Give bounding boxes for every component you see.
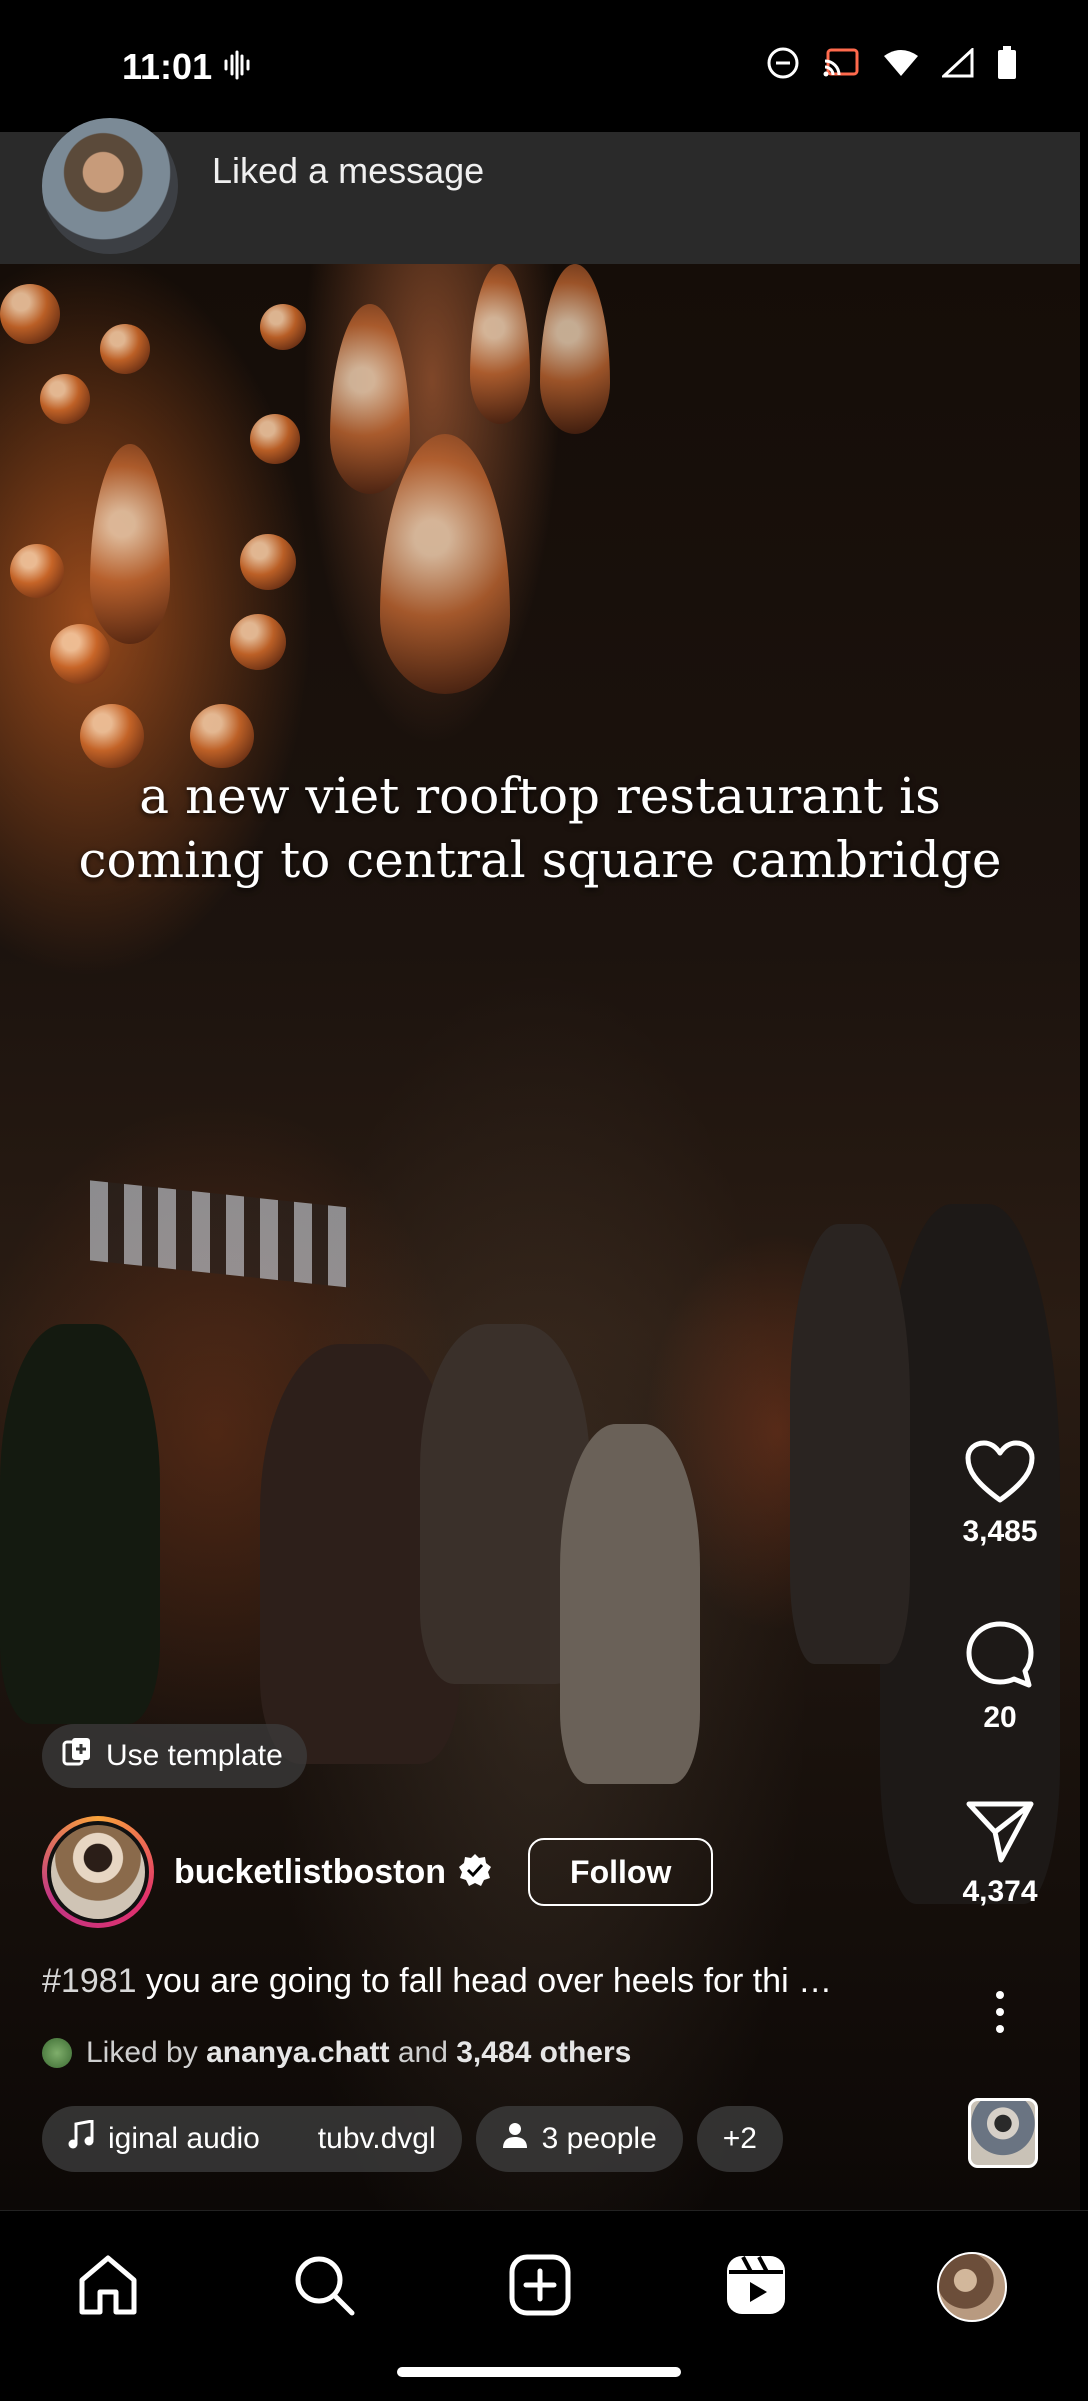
comment-action[interactable]: 20 xyxy=(950,1620,1050,1735)
status-bar: 11:01 xyxy=(0,0,1088,132)
wifi-icon xyxy=(882,48,920,78)
chandelier-crystal xyxy=(250,414,300,464)
author-avatar[interactable] xyxy=(42,1816,154,1928)
reel-overlay-text: a new viet rooftop restaurant is coming … xyxy=(0,764,1080,892)
avatar xyxy=(42,118,178,254)
home-indicator[interactable] xyxy=(397,2367,681,2377)
do-not-disturb-icon xyxy=(766,46,800,80)
more-tags-chip[interactable]: +2 xyxy=(696,2106,783,2172)
restaurant-windows xyxy=(90,1180,350,1288)
more-options-button[interactable] xyxy=(950,1990,1050,2039)
chandelier-drop xyxy=(90,444,170,644)
tagged-people-label: 3 people xyxy=(541,2122,657,2155)
chandelier-crystal xyxy=(240,534,296,590)
chandelier-crystal xyxy=(80,704,144,768)
add-post-icon[interactable] xyxy=(509,2254,571,2321)
template-icon xyxy=(62,1736,94,1776)
chandelier-crystal xyxy=(190,704,254,768)
author-username[interactable]: bucketlistboston xyxy=(174,1853,446,1892)
share-count: 4,374 xyxy=(962,1875,1038,1908)
plant-silhouette xyxy=(0,1324,160,1724)
battery-icon xyxy=(996,46,1018,80)
reel-chips: iginal audio tubv.dvgl 3 people +2 xyxy=(42,2106,783,2172)
signal-icon xyxy=(942,48,974,78)
overlay-line-2: coming to central square cambridge xyxy=(78,831,1002,889)
audio-author: tubv.dvgl xyxy=(317,2122,436,2155)
notification-text: Liked a message xyxy=(212,150,485,191)
liker-avatar xyxy=(42,2038,72,2068)
caption-text: you are going to fall head over heels fo… xyxy=(146,1962,833,2000)
caption-hashtag[interactable]: #1981 xyxy=(42,1962,137,2000)
more-vertical-icon[interactable] xyxy=(990,1991,1010,2038)
chandelier-crystal xyxy=(50,624,110,684)
home-icon[interactable] xyxy=(76,2254,140,2321)
nav-search[interactable] xyxy=(284,2247,364,2327)
liked-by-prefix: Liked by xyxy=(86,2036,198,2069)
chandelier-drop xyxy=(330,304,410,494)
more-tags-label: +2 xyxy=(722,2122,757,2155)
cast-icon xyxy=(822,47,860,79)
liked-by-and: and xyxy=(397,2036,448,2069)
vibrate-icon xyxy=(222,50,252,85)
overlay-line-1: a new viet rooftop restaurant is xyxy=(139,767,941,825)
chandelier-drop xyxy=(540,264,610,434)
audio-chip[interactable]: iginal audio tubv.dvgl xyxy=(42,2106,462,2172)
use-template-button[interactable]: Use template xyxy=(42,1724,307,1788)
chandelier-crystal xyxy=(0,284,60,344)
music-note-icon xyxy=(68,2119,94,2158)
nav-profile[interactable] xyxy=(932,2247,1012,2327)
chandelier-crystal xyxy=(260,304,306,350)
nav-create[interactable] xyxy=(500,2247,580,2327)
liked-by-user[interactable]: ananya.chatt xyxy=(206,2036,389,2069)
like-action[interactable]: 3,485 xyxy=(950,1440,1050,1549)
follow-button[interactable]: Follow xyxy=(528,1838,714,1906)
audio-title: iginal audio xyxy=(108,2122,260,2155)
comment-icon[interactable] xyxy=(965,1621,1035,1694)
comment-count: 20 xyxy=(983,1701,1017,1734)
liked-by-row[interactable]: Liked by ananya.chatt and 3,484 others xyxy=(42,2036,631,2070)
chandelier-crystal xyxy=(230,614,286,670)
heart-icon[interactable] xyxy=(965,1440,1035,1508)
diner-silhouette xyxy=(790,1224,910,1664)
liked-by-others[interactable]: 3,484 others xyxy=(456,2036,631,2069)
search-icon[interactable] xyxy=(292,2253,356,2322)
use-template-label: Use template xyxy=(106,1739,283,1772)
chandelier-crystal xyxy=(40,374,90,424)
chandelier-crystal xyxy=(10,544,64,598)
status-time: 11:01 xyxy=(122,46,213,87)
share-action[interactable]: 4,374 xyxy=(950,1800,1050,1909)
person-icon xyxy=(502,2121,528,2157)
diner-silhouette xyxy=(560,1424,700,1784)
like-count: 3,485 xyxy=(962,1515,1038,1548)
verified-badge-icon xyxy=(458,1853,492,1892)
chandelier-crystal xyxy=(100,324,150,374)
notification-banner[interactable] xyxy=(0,118,1080,265)
reels-icon[interactable] xyxy=(725,2254,787,2321)
nav-reels[interactable] xyxy=(716,2247,796,2327)
author-row: bucketlistboston Follow xyxy=(42,1812,714,1932)
send-icon[interactable] xyxy=(965,1801,1035,1868)
profile-avatar[interactable] xyxy=(937,2252,1007,2322)
reel-caption[interactable]: #1981 you are going to fall head over he… xyxy=(42,1962,902,2001)
tagged-people-chip[interactable]: 3 people xyxy=(475,2106,683,2172)
nav-home[interactable] xyxy=(68,2247,148,2327)
chandelier-drop xyxy=(470,264,530,424)
audio-thumbnail[interactable] xyxy=(968,2098,1038,2168)
